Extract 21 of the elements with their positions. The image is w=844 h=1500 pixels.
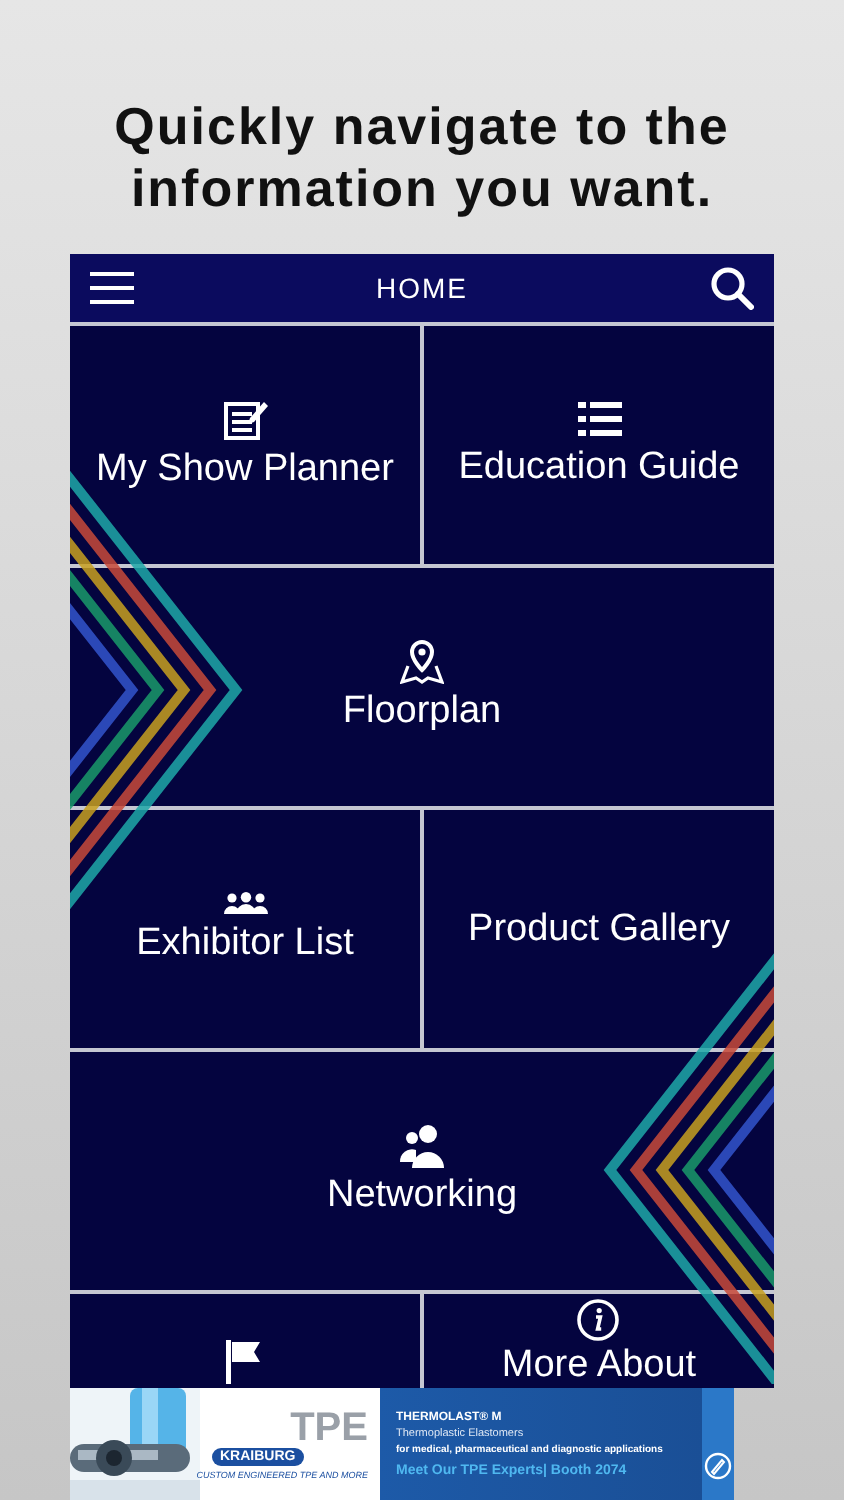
logo-text: TPE: [290, 1408, 368, 1448]
menu-tile[interactable]: [70, 1294, 420, 1388]
map-pin-icon: [400, 640, 444, 684]
menu-icon[interactable]: [90, 270, 134, 306]
group-icon: [223, 892, 267, 916]
menu-tile[interactable]: My Show Planner: [70, 326, 420, 564]
menu-tile[interactable]: Floorplan: [70, 568, 774, 806]
menu-tile[interactable]: Education Guide: [424, 326, 774, 564]
headline: Quickly navigate to the information you want.: [112, 94, 732, 222]
menu-tile[interactable]: Networking: [70, 1052, 774, 1290]
flag-icon: [225, 1340, 265, 1384]
menu-tile[interactable]: More About: [424, 1294, 774, 1388]
list-icon: [577, 400, 621, 440]
pencil-icon: [704, 1452, 732, 1480]
screen-title: HOME: [376, 272, 468, 304]
people-icon: [397, 1124, 446, 1168]
search-icon[interactable]: [710, 266, 754, 310]
notepad-icon: [223, 398, 267, 442]
menu-tile[interactable]: Product Gallery: [424, 810, 774, 1048]
menu-tile[interactable]: Exhibitor List: [70, 810, 420, 1048]
info-icon: [576, 1298, 621, 1342]
